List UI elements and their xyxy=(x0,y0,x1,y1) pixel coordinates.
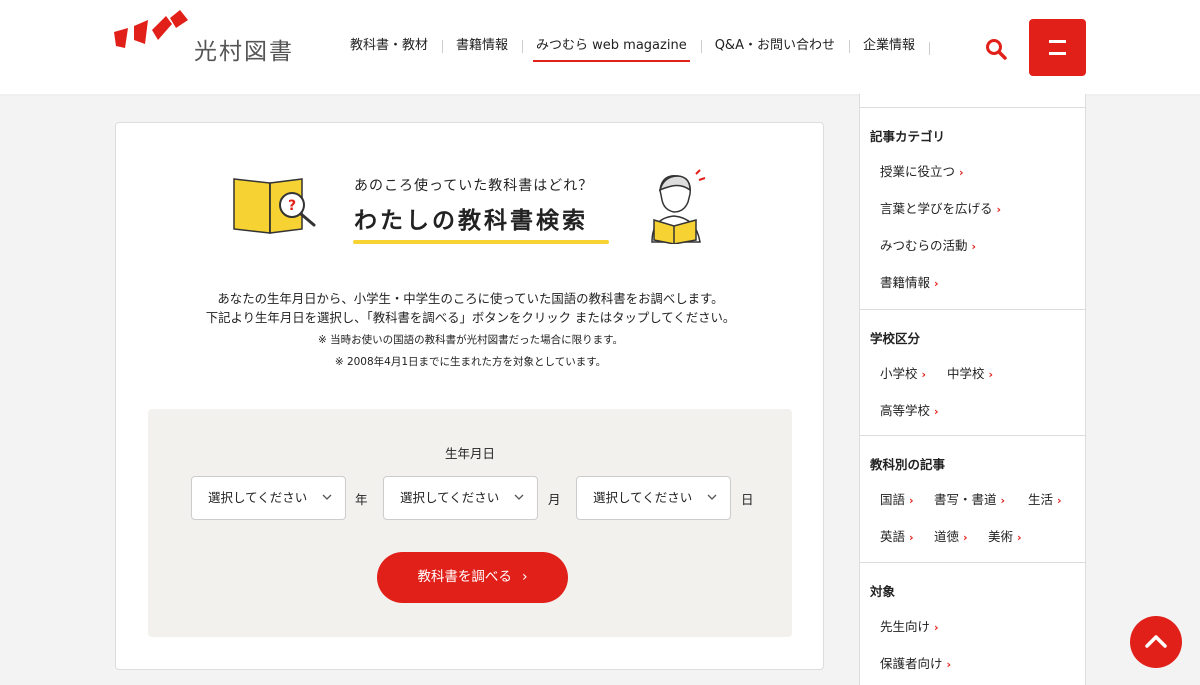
search-icon[interactable] xyxy=(984,37,1008,61)
year-unit: 年 xyxy=(355,492,368,507)
day-unit: 日 xyxy=(741,492,754,507)
sidebar-link-calligraphy[interactable]: 書写・書道 › xyxy=(934,489,1005,508)
sidebar-link-activities[interactable]: みつむらの活動 › xyxy=(880,235,976,254)
birthdate-form: 生年月日 選択してください 年 選択してください 月 選択してください 日 教科… xyxy=(148,409,792,637)
note-birthdate-condition: ※ 2008年4月1日までに生まれた方を対象としています。 xyxy=(334,356,607,368)
search-textbook-button[interactable]: 教科書を調べる › xyxy=(377,552,568,603)
sidebar-link-for-parents[interactable]: 保護者向け › xyxy=(880,653,951,672)
sidebar-link-english[interactable]: 英語 › xyxy=(880,526,914,545)
chevron-down-icon xyxy=(322,494,332,500)
sidebar-heading-categories: 記事カテゴリ xyxy=(870,129,946,144)
sidebar-section-school: 学校区分 小学校 › 中学校 › 高等学校 › xyxy=(860,309,1085,435)
chevron-right-icon: › xyxy=(934,621,939,634)
nav-divider xyxy=(928,41,930,55)
day-select-value: 選択してください xyxy=(593,490,693,505)
reading-person-icon xyxy=(651,169,706,244)
sidebar-section-categories: 記事カテゴリ 授業に役立つ › 言葉と学びを広げる › みつむらの活動 › 書籍情報 › xyxy=(860,107,1085,309)
site-header: 光村図書 教科書・教材 書籍情報 みつむら web magazine Q&A・お… xyxy=(0,0,1200,94)
sidebar-link-elementary[interactable]: 小学校 › xyxy=(880,363,926,382)
back-to-top-button[interactable] xyxy=(1130,616,1182,668)
chevron-up-icon xyxy=(1145,635,1167,648)
chevron-right-icon: › xyxy=(909,531,914,544)
chevron-right-icon: › xyxy=(909,494,914,507)
sidebar-link-japanese[interactable]: 国語 › xyxy=(880,489,914,508)
chevron-right-icon: › xyxy=(959,166,964,179)
year-select-value: 選択してください xyxy=(208,490,308,505)
chevron-right-icon: › xyxy=(996,203,1002,216)
sidebar-heading-school: 学校区分 xyxy=(870,331,921,346)
svg-text:?: ? xyxy=(288,198,296,214)
sidebar-link-words-learning[interactable]: 言葉と学びを広げる › xyxy=(880,198,1001,217)
chevron-right-icon: › xyxy=(971,240,977,253)
menu-icon xyxy=(1049,40,1066,43)
sidebar-section-subjects: 教科別の記事 国語 › 書写・書道 › 生活 › 英語 › 道徳 › 美術 › xyxy=(860,435,1085,562)
chevron-down-icon xyxy=(707,494,717,500)
hero-title: わたしの教科書検索 xyxy=(354,208,588,234)
sidebar-link-life[interactable]: 生活 › xyxy=(1028,489,1062,508)
birthdate-label: 生年月日 xyxy=(444,446,495,461)
chevron-right-icon: › xyxy=(1017,531,1022,544)
hero-title-underline xyxy=(353,240,609,244)
logo-text[interactable]: 光村図書 xyxy=(194,32,294,66)
sidebar-link-art[interactable]: 美術 › xyxy=(988,526,1022,545)
description-line-1: あなたの生年月日から、小学生・中学生のころに使っていた国語の教科書をお調べします… xyxy=(217,291,724,306)
menu-button[interactable] xyxy=(1029,19,1086,76)
chevron-right-icon: › xyxy=(988,368,994,381)
chevron-right-icon: › xyxy=(934,277,939,290)
chevron-right-icon: › xyxy=(946,658,952,671)
textbook-search-card: ? あのころ使っていた教科書はどれ？ わたしの教科書検索 あなたの生年月日から、… xyxy=(115,122,824,670)
nav-item-books[interactable]: 書籍情報 xyxy=(442,36,522,60)
sidebar-link-morals[interactable]: 道徳 › xyxy=(934,526,968,545)
chevron-down-icon xyxy=(514,494,524,500)
day-select[interactable]: 選択してください xyxy=(576,476,731,520)
sidebar-link-junior-high[interactable]: 中学校 › xyxy=(947,363,993,382)
hero-subtitle: あのころ使っていた教科書はどれ？ xyxy=(354,178,594,194)
sidebar-heading-audience: 対象 xyxy=(870,584,896,599)
menu-icon-bar xyxy=(1049,52,1066,55)
chevron-right-icon: › xyxy=(521,569,528,585)
year-select[interactable]: 選択してください xyxy=(191,476,346,520)
nav-item-textbooks[interactable]: 教科書・教材 xyxy=(336,36,442,60)
search-textbook-button-label: 教科書を調べる xyxy=(417,569,512,585)
month-select[interactable]: 選択してください xyxy=(383,476,538,520)
description-line-2: 下記より生年月日を選択し、「教科書を調べる」ボタンをクリック またはタップしてく… xyxy=(205,310,736,325)
month-select-value: 選択してください xyxy=(400,490,500,505)
note-publisher-condition: ※ 当時お使いの国語の教科書が光村図書だった場合に限ります。 xyxy=(317,334,624,346)
chevron-right-icon: › xyxy=(1000,494,1006,507)
logo-mark-icon[interactable] xyxy=(112,10,192,60)
chevron-right-icon: › xyxy=(934,405,939,418)
sidebar-link-high-school[interactable]: 高等学校 › xyxy=(880,400,939,419)
nav-item-web-magazine[interactable]: みつむら web magazine xyxy=(522,36,701,62)
sidebar-link-for-teachers[interactable]: 先生向け › xyxy=(880,616,939,635)
sidebar-section-audience: 対象 先生向け › 保護者向け › xyxy=(860,562,1085,685)
chevron-right-icon: › xyxy=(921,368,927,381)
book-search-icon: ? xyxy=(233,178,316,234)
sidebar-heading-subjects: 教科別の記事 xyxy=(870,457,946,472)
sidebar-link-class-use[interactable]: 授業に役立つ › xyxy=(880,161,964,180)
description: あなたの生年月日から、小学生・中学生のころに使っていた国語の教科書をお調べします… xyxy=(116,289,825,327)
chevron-right-icon: › xyxy=(963,531,968,544)
sidebar-link-book-info[interactable]: 書籍情報 › xyxy=(880,272,939,291)
nav-item-qa-contact[interactable]: Q&A・お問い合わせ xyxy=(700,36,849,60)
main-nav: 教科書・教材 書籍情報 みつむら web magazine Q&A・お問い合わせ… xyxy=(336,36,930,62)
sidebar: 記事カテゴリ 授業に役立つ › 言葉と学びを広げる › みつむらの活動 › 書籍情報 ›… xyxy=(859,94,1086,685)
month-unit: 月 xyxy=(548,492,561,507)
chevron-right-icon: › xyxy=(1057,494,1062,507)
nav-item-company[interactable]: 企業情報 xyxy=(848,36,929,60)
